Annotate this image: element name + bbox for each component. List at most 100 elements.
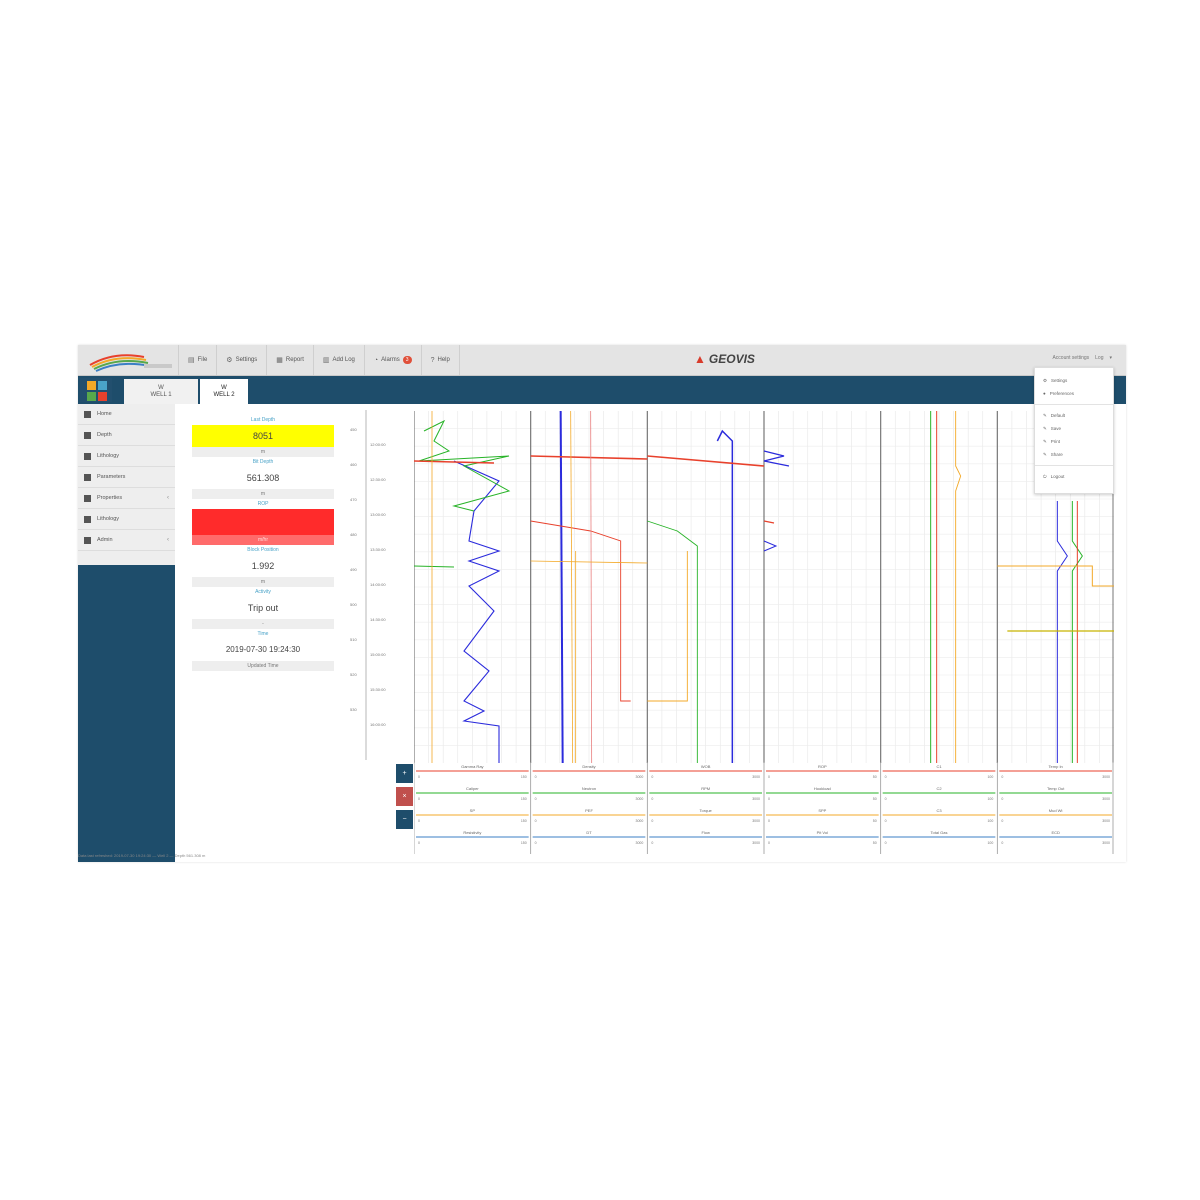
depth-tick-label: 510 xyxy=(350,637,357,642)
curve-legend-svg: Gamma Ray 0 150 Caliper 0 150 SP 0 150 Resistivit… xyxy=(414,762,1114,854)
rop-label: ROP xyxy=(257,501,269,507)
menu-file[interactable]: ▤ File xyxy=(178,345,216,375)
scale-min-label: 0 xyxy=(535,797,537,801)
rop-unit: m/hr xyxy=(192,535,334,545)
scale-max-label: 3000 xyxy=(1102,819,1110,823)
bit-depth-unit: m xyxy=(192,489,334,499)
scale-max-label: 150 xyxy=(521,775,527,779)
depth-axis: 450 12:00:00 460 12:30:00 470 13:00:00 480 13:3… xyxy=(348,410,410,760)
dropdown-item-default[interactable]: ✎ Default xyxy=(1035,409,1113,422)
logout-icon: ⏻ xyxy=(1043,474,1047,479)
dropdown-item-preferences[interactable]: ● Preferences xyxy=(1035,387,1113,400)
sidebar-item-admin[interactable]: Admin ‹ xyxy=(78,530,175,551)
sidebar-item-lithology-2[interactable]: Lithology xyxy=(78,509,175,530)
collapse-curve-button[interactable]: − xyxy=(396,810,413,829)
sidebar-item-parameters[interactable]: Parameters xyxy=(78,467,175,488)
alarm-count-badge: 3 xyxy=(402,356,412,364)
curve-name-label: WOB xyxy=(701,764,711,769)
log-tracks-plot[interactable] xyxy=(414,411,1114,763)
tab-bar: W WELL 1 W WELL 2 xyxy=(78,376,1126,404)
dropdown-divider xyxy=(1035,465,1113,466)
time-label: Time xyxy=(257,631,269,637)
scale-min-label: 0 xyxy=(768,819,770,823)
menu-add-log[interactable]: ▥ Add Log xyxy=(312,345,364,375)
brand-mark-icon: ▲ xyxy=(694,352,706,366)
scale-max-label: 3000 xyxy=(1102,797,1110,801)
status-bar-text: Data last refreshed: 2019-07-30 19:24:30… xyxy=(78,853,206,858)
scale-min-label: 0 xyxy=(768,775,770,779)
curve-name-label: Mud Wt xyxy=(1049,808,1064,813)
dropdown-item-save[interactable]: ✎ Save xyxy=(1035,422,1113,435)
scale-max-label: 3000 xyxy=(752,775,760,779)
curve-name-label: Hookload xyxy=(814,786,831,791)
scale-min-label: 0 xyxy=(768,797,770,801)
curve-name-label: C1 xyxy=(936,764,942,769)
time-tick-label: 12:00:00 xyxy=(370,442,386,447)
layers-icon xyxy=(84,515,91,523)
dropdown-item-settings[interactable]: ⚙ Settings xyxy=(1035,374,1113,387)
depth-tick-label: 500 xyxy=(350,602,357,607)
scale-min-label: 0 xyxy=(885,819,887,823)
scale-max-label: 3000 xyxy=(636,775,644,779)
scale-max-label: 3000 xyxy=(636,819,644,823)
dropdown-item-share[interactable]: ✎ Share xyxy=(1035,448,1113,461)
sidebar-item-lithology[interactable]: Lithology xyxy=(78,446,175,467)
admin-icon xyxy=(84,536,91,544)
user-dropdown-menu: ⚙ Settings ● Preferences ✎ Default ✎ Save ✎ P… xyxy=(1034,367,1114,494)
curve-name-label: Total Gas xyxy=(931,830,948,835)
curve-legend-area: + × − Gamma Ray 0 150 Caliper 0 150 SP 0 150 Resi… xyxy=(396,762,1116,854)
scale-max-label: 50 xyxy=(873,819,877,823)
menu-help[interactable]: ? Help xyxy=(420,345,460,375)
sliders-icon xyxy=(84,473,91,481)
pin-icon: ✎ xyxy=(1043,452,1047,457)
sidebar-item-depth[interactable]: Depth xyxy=(78,425,175,446)
layers-icon xyxy=(84,452,91,460)
sidebar-item-properties[interactable]: Properties ‹ xyxy=(78,488,175,509)
scale-max-label: 3000 xyxy=(752,819,760,823)
menu-report[interactable]: ▦ Report xyxy=(266,345,313,375)
chart-icon xyxy=(84,494,91,502)
curve-name-label: Resistivity xyxy=(463,830,481,835)
menu-settings[interactable]: ⚙ Settings xyxy=(216,345,266,375)
dropdown-item-print[interactable]: ✎ Print xyxy=(1035,435,1113,448)
curve-name-label: Torque xyxy=(700,808,713,813)
scale-min-label: 0 xyxy=(1001,775,1003,779)
report-icon: ▦ xyxy=(276,357,283,364)
hookload-curve xyxy=(763,520,775,524)
curve-name-label: SPP xyxy=(818,808,826,813)
scale-max-label: 100 xyxy=(987,819,993,823)
scale-min-label: 0 xyxy=(1001,841,1003,845)
scale-min-label: 0 xyxy=(535,775,537,779)
time-tick-label: 16:00:00 xyxy=(370,722,386,727)
tab-well-2[interactable]: W WELL 2 xyxy=(200,379,248,404)
curve-name-label: ECD xyxy=(1051,830,1060,835)
add-curve-button[interactable]: + xyxy=(396,764,413,783)
depth-tick-label: 460 xyxy=(350,462,357,467)
scale-min-label: 0 xyxy=(535,819,537,823)
block-position-label: Block Position xyxy=(247,547,279,553)
sidebar-item-home[interactable]: Home xyxy=(78,404,175,425)
scale-min-label: 0 xyxy=(1001,797,1003,801)
menu-alarms[interactable]: ◔ Alarms 3 xyxy=(363,345,421,375)
dropdown-item-logout[interactable]: ⏻ Logout xyxy=(1035,470,1113,483)
main-menu: ▤ File ⚙ Settings ▦ Report ▥ Add Log ◔ Alarms… xyxy=(178,345,460,375)
pin-icon: ✎ xyxy=(1043,426,1047,431)
gamma-ray-curve xyxy=(453,460,501,763)
curve-name-label: DT xyxy=(586,830,592,835)
user-menu[interactable]: Account settings Log ▾ xyxy=(1052,355,1112,361)
tab-well-1[interactable]: W WELL 1 xyxy=(124,379,198,404)
spp-curve xyxy=(763,540,778,552)
chevron-down-icon: ▾ xyxy=(1109,355,1112,361)
tab-label: WELL 2 xyxy=(213,392,235,398)
scale-min-label: 0 xyxy=(651,775,653,779)
remove-curve-button[interactable]: × xyxy=(396,787,413,806)
apps-grid-button[interactable] xyxy=(80,378,112,402)
chevron-left-icon: ‹ xyxy=(167,537,169,543)
depth-tick-label: 480 xyxy=(350,532,357,537)
help-icon: ? xyxy=(430,356,435,364)
scale-min-label: 0 xyxy=(535,841,537,845)
curve-name-label: C2 xyxy=(936,786,942,791)
scale-max-label: 150 xyxy=(521,797,527,801)
curve-name-label: Temp In xyxy=(1049,764,1063,769)
apps-grid-icon xyxy=(87,381,96,390)
